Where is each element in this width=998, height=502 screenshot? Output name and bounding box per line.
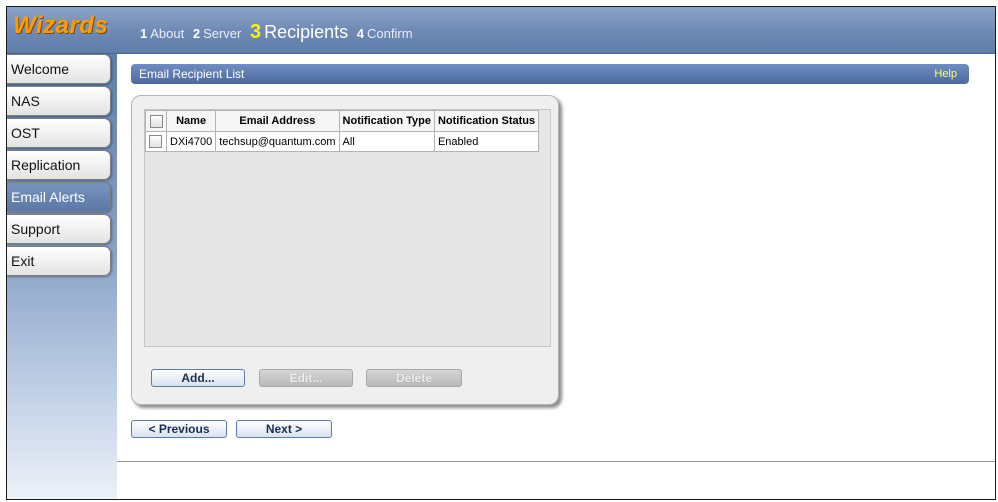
recipient-table: Name Email Address Notification Type Not…: [145, 110, 540, 152]
step-number: 2: [192, 26, 201, 41]
sidebar-item-exit[interactable]: Exit: [7, 246, 111, 276]
step-confirm[interactable]: 4 Confirm: [357, 26, 413, 41]
sidebar-item-ost[interactable]: OST: [7, 118, 111, 148]
cell-name: DXi4700: [165, 131, 217, 152]
step-server[interactable]: 2 Server: [193, 26, 242, 41]
row-checkbox[interactable]: [149, 135, 162, 148]
step-number: 4: [356, 26, 365, 41]
cell-email: techsup@quantum.com: [215, 131, 340, 152]
content-footer: [117, 461, 995, 499]
sidebar-item-email-alerts[interactable]: Email Alerts: [7, 182, 111, 212]
step-recipients[interactable]: 3 Recipients: [250, 21, 348, 44]
select-all-header: [145, 110, 167, 132]
column-header-notification-status[interactable]: Notification Status: [433, 110, 540, 132]
app-window: Wizards 1 About 2 Server 3 Recipients 4 Conf…: [6, 6, 996, 500]
column-header-name[interactable]: Name: [165, 110, 217, 132]
column-header-email[interactable]: Email Address: [215, 110, 340, 132]
sidebar-item-nas[interactable]: NAS: [7, 86, 111, 116]
cell-notification-type: All: [338, 131, 435, 152]
step-about[interactable]: 1 About: [140, 26, 184, 41]
row-select-cell: [145, 131, 167, 152]
step-number: 3: [250, 21, 262, 43]
table-row[interactable]: DXi4700 techsup@quantum.com All Enabled: [145, 131, 540, 152]
table-header-row: Name Email Address Notification Type Not…: [145, 110, 540, 132]
step-label: Confirm: [367, 26, 413, 41]
step-label: Recipients: [264, 22, 349, 42]
edit-button[interactable]: Edit...: [259, 369, 353, 387]
previous-button[interactable]: < Previous: [131, 420, 227, 438]
next-button[interactable]: Next >: [236, 420, 332, 438]
section-header: Email Recipient List Help: [131, 64, 969, 84]
main-content: Email Recipient List Help Name Email Add…: [117, 54, 995, 461]
sidebar-item-replication[interactable]: Replication: [7, 150, 111, 180]
select-all-checkbox[interactable]: [149, 114, 163, 128]
recipient-table-container: Name Email Address Notification Type Not…: [144, 109, 551, 347]
recipient-panel: Name Email Address Notification Type Not…: [131, 95, 559, 405]
wizards-logo: Wizards: [13, 12, 109, 39]
delete-button[interactable]: Delete: [366, 369, 462, 387]
sidebar-item-support[interactable]: Support: [7, 214, 111, 244]
help-link[interactable]: Help: [934, 64, 957, 84]
cell-notification-status: Enabled: [433, 131, 540, 152]
step-label: About: [150, 26, 185, 41]
section-title: Email Recipient List: [139, 67, 245, 81]
wizard-steps: 1 About 2 Server 3 Recipients 4 Confirm: [140, 21, 418, 43]
wizard-header: Wizards 1 About 2 Server 3 Recipients 4 Conf…: [7, 7, 995, 54]
column-header-notification-type[interactable]: Notification Type: [338, 110, 435, 132]
step-label: Server: [203, 26, 242, 41]
sidebar-item-welcome[interactable]: Welcome: [7, 54, 111, 84]
sidebar: Welcome NAS OST Replication Email Alerts…: [7, 54, 117, 499]
add-button[interactable]: Add...: [151, 369, 245, 387]
step-number: 1: [140, 26, 148, 41]
